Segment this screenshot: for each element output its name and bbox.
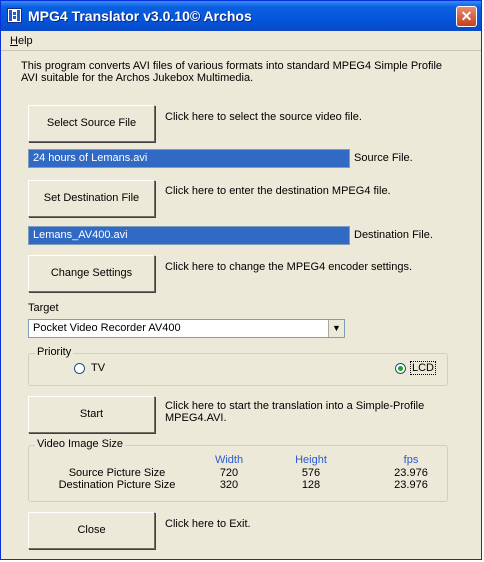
radio-lcd-label: LCD [410, 361, 437, 375]
row-destination-width: 320 [219, 479, 239, 491]
row-source-width: 720 [219, 467, 239, 479]
close-hint: Click here to Exit. [165, 518, 251, 530]
column-header-width: Width [214, 454, 244, 466]
column-header-height: Height [295, 454, 327, 466]
row-destination-fps: 23.976 [394, 479, 428, 491]
title-bar[interactable]: MPG4 Translator v3.0.10© Archos ✕ [1, 1, 481, 31]
row-destination-name: Destination Picture Size [58, 479, 176, 491]
select-source-button[interactable]: Select Source File [28, 105, 155, 142]
menu-bar: Help [1, 31, 481, 51]
settings-hint: Click here to change the MPEG4 encoder s… [165, 261, 413, 273]
change-settings-button[interactable]: Change Settings [28, 255, 155, 292]
close-button[interactable]: Close [28, 512, 155, 549]
menu-help[interactable]: Help [10, 35, 33, 47]
row-destination-height: 128 [301, 479, 321, 491]
intro-line-1: This program converts AVI files of vario… [21, 60, 443, 72]
destination-file-field[interactable]: Lemans_AV400.avi [28, 226, 350, 245]
window-title: MPG4 Translator v3.0.10© Archos [28, 8, 252, 24]
row-source-height: 576 [301, 467, 321, 479]
app-icon [7, 8, 22, 23]
radio-tv-label: TV [91, 362, 106, 374]
radio-tv[interactable] [74, 363, 85, 374]
target-select[interactable]: Pocket Video Recorder AV400 ▼ [28, 319, 345, 338]
source-file-field[interactable]: 24 hours of Lemans.avi [28, 149, 350, 168]
app-window: MPG4 Translator v3.0.10© Archos ✕ Help T… [0, 0, 482, 560]
priority-label: Priority [35, 346, 74, 358]
radio-lcd[interactable] [395, 363, 406, 374]
target-selected-value: Pocket Video Recorder AV400 [33, 322, 181, 334]
destination-hint: Click here to enter the destination MPEG… [165, 185, 391, 197]
start-hint-line-2: MPEG4.AVI. [165, 412, 227, 424]
source-file-label: Source File. [354, 152, 413, 164]
video-size-label: Video Image Size [35, 438, 126, 450]
column-header-fps: fps [403, 454, 419, 466]
chevron-down-icon[interactable]: ▼ [328, 320, 344, 337]
target-label: Target [28, 302, 59, 314]
destination-file-label: Destination File. [354, 229, 433, 241]
start-hint-line-1: Click here to start the translation into… [165, 400, 425, 412]
row-source-fps: 23.976 [394, 467, 428, 479]
close-icon[interactable]: ✕ [456, 6, 477, 27]
intro-line-2: AVI suitable for the Archos Jukebox Mult… [21, 72, 254, 84]
set-destination-button[interactable]: Set Destination File [28, 180, 155, 217]
row-source-name: Source Picture Size [68, 467, 166, 479]
source-hint: Click here to select the source video fi… [165, 111, 362, 123]
start-button[interactable]: Start [28, 396, 155, 433]
